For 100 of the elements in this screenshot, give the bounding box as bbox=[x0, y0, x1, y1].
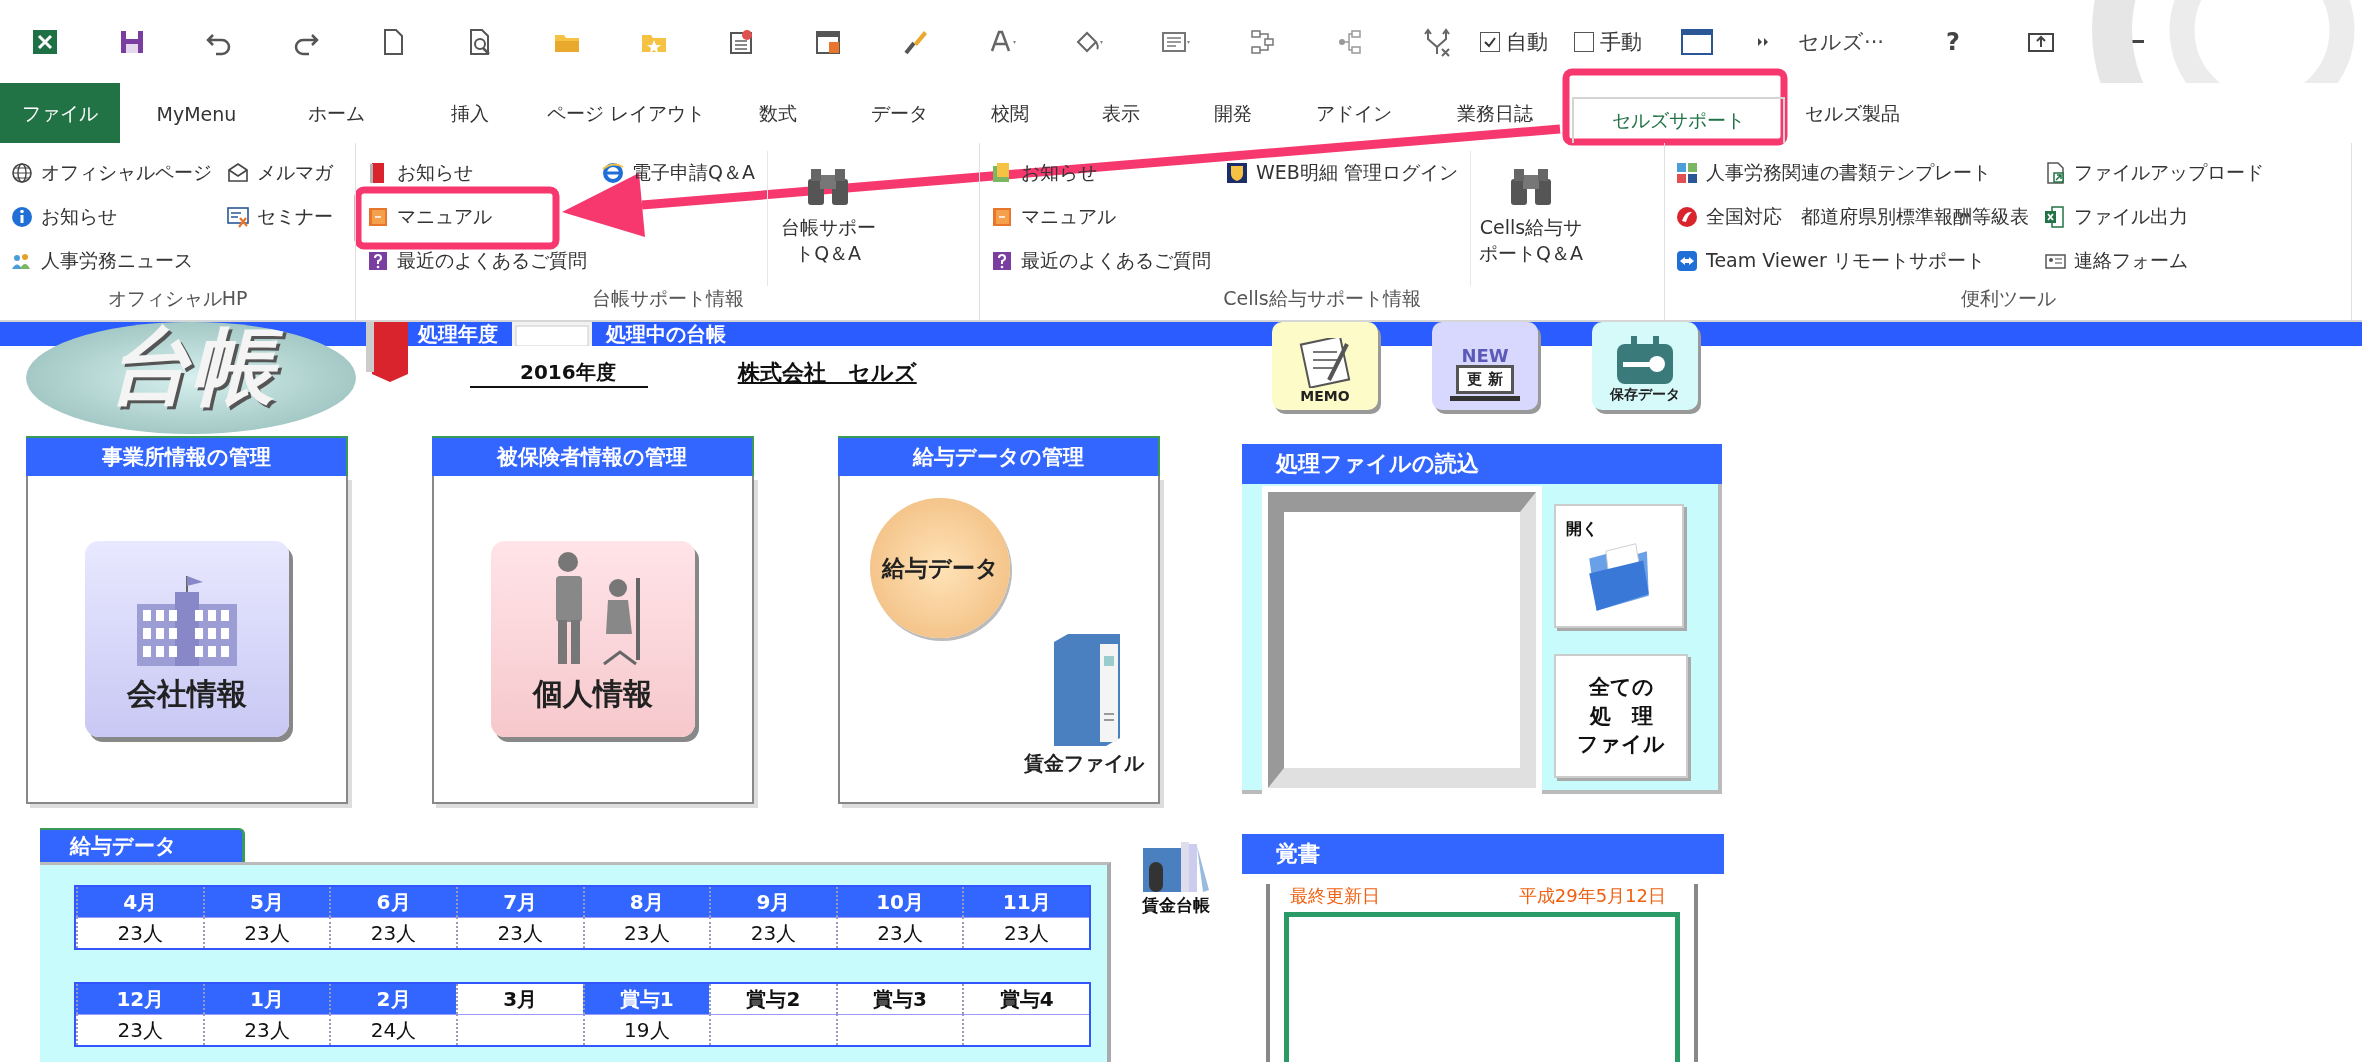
window-icon[interactable] bbox=[1680, 26, 1714, 57]
ribbon-tab[interactable]: アドイン bbox=[1290, 83, 1418, 143]
section-header: 被保険者情報の管理 bbox=[432, 436, 754, 476]
month-header[interactable]: 2月 bbox=[329, 984, 456, 1014]
section-header: 覚書 bbox=[1242, 834, 1724, 874]
monitor-screen: 更 新 bbox=[1456, 365, 1514, 394]
help-button[interactable]: ? bbox=[1946, 27, 1960, 56]
logo: 台帳 bbox=[26, 322, 356, 434]
book-icon bbox=[366, 205, 390, 229]
header-label: 処理年度 bbox=[418, 322, 498, 348]
updated-label: 最終更新日 bbox=[1290, 884, 1380, 908]
month-header[interactable]: 9月 bbox=[709, 887, 836, 917]
table-cell: 23人 bbox=[582, 917, 710, 948]
ribbon-tab[interactable]: データ bbox=[843, 83, 955, 143]
section-header: 処理ファイルの読込 bbox=[1242, 444, 1722, 484]
table-cell: 23人 bbox=[962, 917, 1089, 948]
ribbon-tab[interactable]: 表示 bbox=[1065, 83, 1176, 143]
company-name: 株式会社 セルズ bbox=[737, 359, 917, 387]
ribbon-button[interactable]: セミナー bbox=[224, 195, 335, 239]
shield-icon bbox=[1225, 161, 1249, 185]
table-cell: 19人 bbox=[582, 1014, 710, 1045]
month-header[interactable]: 8月 bbox=[582, 887, 710, 917]
section-header: 事業所情報の管理 bbox=[26, 436, 348, 476]
month-header[interactable]: 4月 bbox=[76, 887, 203, 917]
month-header[interactable]: 12月 bbox=[76, 984, 203, 1014]
month-header[interactable]: 5月 bbox=[202, 887, 330, 917]
question-icon bbox=[990, 249, 1014, 273]
ribbon-button[interactable]: WEB明細 管理ログイン bbox=[1223, 151, 1460, 195]
logo-mark-icon bbox=[1675, 205, 1699, 229]
ribbon-button[interactable]: 最近のよくあるご質問 bbox=[364, 239, 589, 283]
mail-icon bbox=[226, 161, 250, 185]
ribbon-button[interactable]: メルマガ bbox=[224, 151, 335, 195]
ribbon-tab[interactable]: 挿入 bbox=[400, 83, 540, 143]
table-cell: 23人 bbox=[455, 917, 583, 948]
table-cell: 23人 bbox=[76, 917, 203, 948]
ribbon-button[interactable]: マニュアル bbox=[988, 195, 1213, 239]
book-icon bbox=[990, 205, 1014, 229]
wage-file-button[interactable]: 賃金ファイル bbox=[1024, 634, 1144, 777]
ribbon-button[interactable]: 連絡フォーム bbox=[2041, 239, 2266, 283]
table-cell: 23人 bbox=[202, 917, 330, 948]
ribbon-tab[interactable]: セルズ製品 bbox=[1785, 83, 1920, 143]
ribbon-button[interactable]: 人事労務ニュース bbox=[8, 239, 214, 283]
ribbon-button[interactable]: ファイル出力 bbox=[2041, 195, 2266, 239]
salary-data-button[interactable]: 給与データ bbox=[870, 498, 1010, 638]
remote-support-icon bbox=[1675, 249, 1699, 273]
ribbon-button[interactable]: お知らせ bbox=[364, 151, 589, 195]
globe-icon bbox=[10, 161, 34, 185]
checkbox[interactable]: 手動 bbox=[1574, 27, 1642, 56]
section-header: 給与データの管理 bbox=[838, 436, 1160, 476]
table-cell: 23人 bbox=[709, 917, 836, 948]
table-cell: 23人 bbox=[202, 1014, 330, 1045]
ribbon-button[interactable]: マニュアル bbox=[364, 195, 589, 239]
browser-icon bbox=[601, 161, 625, 185]
ribbon-button[interactable]: 最近のよくあるご質問 bbox=[988, 239, 1213, 283]
table-cell: 23人 bbox=[76, 1014, 203, 1045]
cross-arrows-icon[interactable] bbox=[1421, 26, 1452, 57]
ribbon-tab[interactable]: 開発 bbox=[1176, 83, 1290, 143]
new-label: NEW bbox=[1461, 347, 1509, 365]
table-cell: 24人 bbox=[329, 1014, 456, 1045]
ribbon-button[interactable]: Team Viewer リモートサポート bbox=[1673, 239, 2031, 283]
ribbon-button[interactable]: 人事労務関連の書類テンプレート bbox=[1673, 151, 2031, 195]
table-cell: 23人 bbox=[329, 917, 456, 948]
template-icon bbox=[1675, 161, 1699, 185]
ribbon-tab[interactable]: 校閲 bbox=[955, 83, 1065, 143]
group-label: Cells給与サポート情報 bbox=[1222, 286, 1422, 311]
month-header[interactable]: 賞与1 bbox=[582, 984, 710, 1014]
table-cell: 23人 bbox=[835, 917, 963, 948]
info-icon bbox=[10, 205, 34, 229]
checkbox[interactable]: 自動 bbox=[1480, 27, 1548, 56]
month-header[interactable]: 7月 bbox=[455, 887, 583, 917]
ribbon-tab[interactable]: 数式 bbox=[712, 83, 843, 143]
header-label: 処理中の台帳 bbox=[606, 322, 726, 348]
ribbon-button[interactable]: ファイルアップロード bbox=[2041, 151, 2266, 195]
all-files-button[interactable]: 全ての 処 理 ファイル bbox=[1554, 654, 1688, 778]
month-header[interactable]: 6月 bbox=[329, 887, 456, 917]
ribbon-button[interactable]: お知らせ bbox=[8, 195, 214, 239]
ribbon-button[interactable]: 台帳サポートQ＆A bbox=[766, 151, 889, 286]
ribbon-tab[interactable]: ファイル bbox=[0, 83, 120, 143]
section-header: 給与データ bbox=[40, 828, 245, 862]
updated-date: 平成29年5月12日 bbox=[1518, 884, 1666, 908]
fiscal-year: 2016年度 bbox=[470, 359, 648, 388]
month-header[interactable]: 11月 bbox=[962, 887, 1089, 917]
group-label: オフィシャルHP bbox=[106, 286, 249, 311]
group-label: 台帳サポート情報 bbox=[590, 286, 745, 311]
ribbon-tab[interactable]: ページ レイアウト bbox=[540, 83, 712, 143]
open-button[interactable]: 開く bbox=[1554, 504, 1684, 628]
memo-text-area[interactable] bbox=[1284, 912, 1680, 1062]
ribbon-tab[interactable]: セルズサポート bbox=[1572, 97, 1785, 143]
ribbon-tab[interactable]: ホーム bbox=[273, 83, 400, 143]
month-header[interactable]: 1月 bbox=[202, 984, 330, 1014]
ribbon-tab[interactable]: MyMenu bbox=[120, 83, 273, 143]
month-header[interactable]: 10月 bbox=[835, 887, 963, 917]
ribbon-tab[interactable]: 業務日誌 bbox=[1418, 83, 1572, 143]
question-icon bbox=[366, 249, 390, 273]
ribbon-button[interactable]: Cells給与サポートQ＆A bbox=[1469, 151, 1592, 286]
group-label: 便利ツール bbox=[1959, 286, 2057, 311]
ribbon-button[interactable]: 電子申請Q＆A bbox=[599, 151, 757, 195]
account-name[interactable]: セルズ··· bbox=[1798, 27, 1885, 56]
ribbon-button[interactable]: 全国対応 都道府県別標準報酬等級表 bbox=[1673, 195, 2031, 239]
ribbon-button[interactable]: オフィシャルページ bbox=[8, 151, 214, 195]
